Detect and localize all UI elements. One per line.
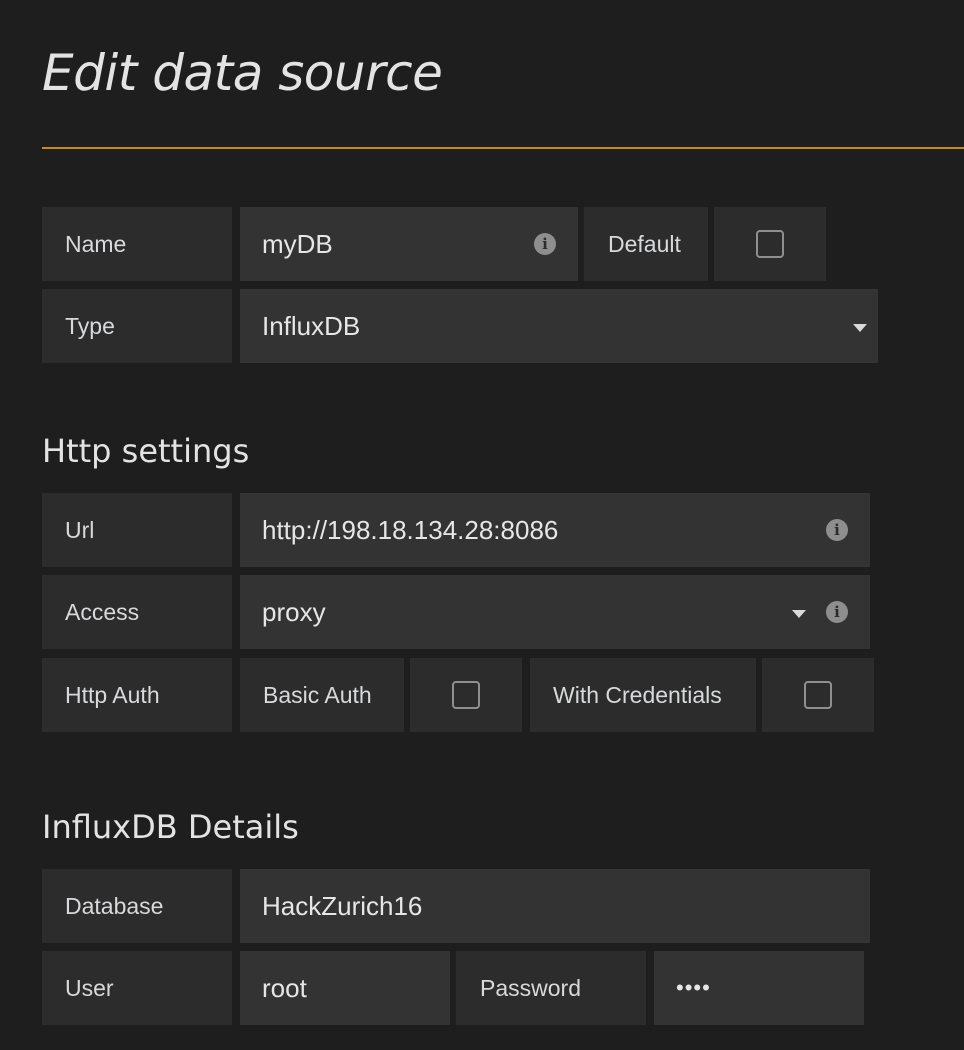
title-divider (42, 147, 964, 149)
info-icon[interactable]: i (534, 233, 556, 255)
with-credentials-label: With Credentials (530, 658, 756, 732)
name-label: Name (42, 207, 232, 281)
user-label: User (42, 951, 232, 1025)
basic-auth-checkbox[interactable] (452, 681, 480, 709)
password-value[interactable]: •••• (676, 975, 711, 1001)
password-field[interactable]: •••• (654, 951, 864, 1025)
user-field[interactable]: root (240, 951, 450, 1025)
access-value[interactable]: proxy (262, 597, 326, 628)
http-settings-heading: Http settings (42, 432, 250, 470)
basic-auth-label: Basic Auth (240, 658, 404, 732)
with-credentials-checkbox-cell[interactable] (762, 658, 874, 732)
caret-down-icon[interactable] (792, 610, 806, 618)
info-icon[interactable]: i (826, 519, 848, 541)
type-select[interactable]: InfluxDB (240, 289, 878, 363)
password-label: Password (456, 951, 646, 1025)
page-title: Edit data source (42, 44, 443, 102)
name-value[interactable]: myDB (262, 229, 333, 260)
basic-auth-checkbox-cell[interactable] (410, 658, 522, 732)
url-label: Url (42, 493, 232, 567)
database-field[interactable]: HackZurich16 (240, 869, 870, 943)
with-credentials-checkbox[interactable] (804, 681, 832, 709)
default-checkbox-cell[interactable] (714, 207, 826, 281)
info-icon[interactable]: i (826, 601, 848, 623)
access-select[interactable]: proxy i (240, 575, 870, 649)
url-value[interactable]: http://198.18.134.28:8086 (262, 515, 558, 546)
influxdb-details-heading: InfluxDB Details (42, 808, 299, 846)
database-value[interactable]: HackZurich16 (262, 891, 422, 922)
url-field[interactable]: http://198.18.134.28:8086 i (240, 493, 870, 567)
http-auth-label: Http Auth (42, 658, 232, 732)
database-label: Database (42, 869, 232, 943)
caret-down-icon[interactable] (853, 324, 867, 332)
name-field[interactable]: myDB i (240, 207, 578, 281)
type-value[interactable]: InfluxDB (262, 311, 360, 342)
access-label: Access (42, 575, 232, 649)
default-label: Default (584, 207, 708, 281)
type-label: Type (42, 289, 232, 363)
user-value[interactable]: root (262, 973, 307, 1004)
default-checkbox[interactable] (756, 230, 784, 258)
